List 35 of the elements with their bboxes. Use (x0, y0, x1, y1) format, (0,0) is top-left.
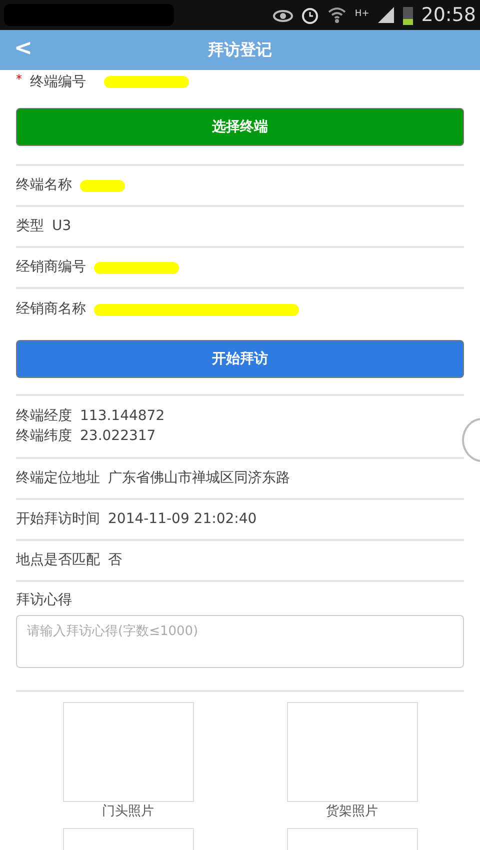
field-value: 113.144872 (80, 407, 165, 426)
field-label: 开始拜访时间 (16, 510, 100, 529)
field-label: 拜访心得 (16, 591, 73, 610)
required-mark: * (16, 71, 22, 88)
field-label: 经销商编号 (16, 258, 86, 277)
field-value: 否 (108, 551, 122, 570)
wifi-icon (326, 6, 347, 24)
alarm-icon (300, 6, 319, 24)
field-label: 终端纬度 (16, 427, 72, 446)
clock-time: 20:58 (421, 2, 476, 28)
field-label: 终端名称 (16, 176, 72, 195)
photo-label: 门头照片 (102, 803, 154, 821)
photo-label: 货架照片 (326, 803, 378, 821)
photo-slot[interactable] (62, 702, 194, 802)
select-terminal-button[interactable]: 选择终端 (16, 108, 464, 146)
page-title: 拜访登记 (208, 39, 272, 61)
eye-icon (272, 8, 293, 22)
field-label: 类型 (16, 217, 44, 236)
field-label: 终端编号 (30, 72, 86, 92)
network-type: H+ (354, 8, 370, 22)
field-label: 终端定位地址 (16, 469, 100, 488)
start-visit-button[interactable]: 开始拜访 (16, 340, 464, 378)
field-value: 2014-11-09 21:02:40 (108, 510, 257, 529)
field-label: 终端经度 (16, 407, 72, 426)
photo-slot[interactable] (286, 702, 418, 802)
field-value: 23.022317 (80, 427, 156, 446)
signal-icon (377, 6, 396, 24)
field-label: 经销商名称 (16, 300, 86, 319)
field-label: 地点是否匹配 (16, 551, 100, 570)
back-button[interactable]: < (10, 34, 36, 64)
redaction-mark (80, 180, 125, 192)
battery-icon (403, 5, 414, 25)
notes-field[interactable]: 请输入拜访心得(字数≤1000) (16, 615, 464, 668)
field-value: U3 (52, 217, 72, 236)
field-value: 广东省佛山市禅城区同济东路 (108, 469, 290, 488)
